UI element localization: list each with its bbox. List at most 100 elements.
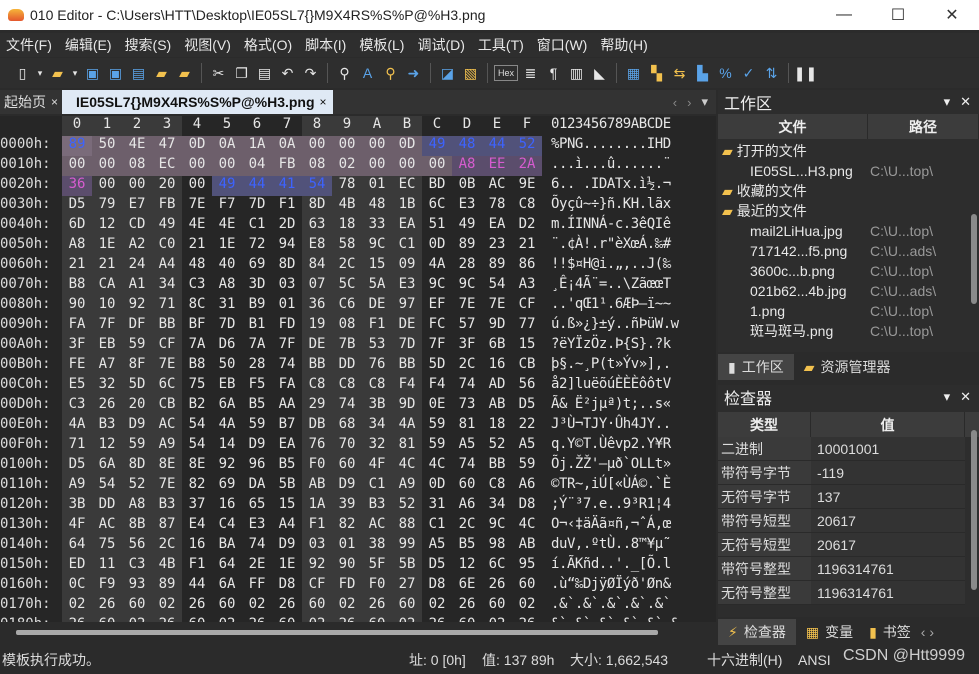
- hex-byte[interactable]: 9D: [482, 316, 512, 336]
- hex-byte[interactable]: D9: [122, 416, 152, 436]
- menu-help[interactable]: 帮助(H): [594, 35, 654, 55]
- hex-byte[interactable]: F1: [272, 196, 302, 216]
- hex-byte[interactable]: C8: [482, 476, 512, 496]
- hex-byte[interactable]: 0B: [452, 176, 482, 196]
- new-file-icon[interactable]: ▯: [12, 63, 33, 84]
- hex-byte[interactable]: 92: [302, 556, 332, 576]
- hex-byte[interactable]: 1E: [92, 236, 122, 256]
- hex-byte[interactable]: BB: [482, 456, 512, 476]
- hex-byte[interactable]: 4E: [182, 216, 212, 236]
- hex-byte[interactable]: FB: [152, 196, 182, 216]
- hex-byte[interactable]: EB: [212, 376, 242, 396]
- close-tab-icon[interactable]: ×: [320, 95, 327, 109]
- col-path[interactable]: 路径: [868, 114, 979, 139]
- hex-byte[interactable]: C1: [242, 216, 272, 236]
- hex-byte[interactable]: 0D: [422, 236, 452, 256]
- hex-byte[interactable]: 7E: [452, 296, 482, 316]
- bookmark-icon[interactable]: ◪: [437, 63, 458, 84]
- hex-byte[interactable]: CF: [152, 336, 182, 356]
- hex-byte[interactable]: 6C: [422, 196, 452, 216]
- hex-byte[interactable]: DB: [302, 416, 332, 436]
- hex-byte[interactable]: 54: [302, 176, 332, 196]
- close-button[interactable]: ✕: [925, 0, 979, 30]
- hex-byte[interactable]: A4: [272, 516, 302, 536]
- hex-byte[interactable]: 4E: [122, 136, 152, 156]
- hex-byte[interactable]: E3: [452, 196, 482, 216]
- hex-byte[interactable]: 74: [452, 456, 482, 476]
- hex-byte[interactable]: 34: [482, 496, 512, 516]
- hex-byte[interactable]: EF: [422, 296, 452, 316]
- hex-byte[interactable]: FE: [62, 356, 92, 376]
- hex-byte[interactable]: C8: [302, 376, 332, 396]
- list-item[interactable]: 1.png C:\U...top\: [718, 301, 979, 321]
- hex-byte[interactable]: 00: [182, 176, 212, 196]
- scroll-right-icon[interactable]: ›: [929, 624, 934, 640]
- hex-byte[interactable]: 6B: [482, 336, 512, 356]
- hex-byte[interactable]: 4F: [362, 456, 392, 476]
- hex-byte[interactable]: 34: [362, 416, 392, 436]
- ascii-text[interactable]: ;Ý¨³7.e..9³R1¦4: [551, 496, 671, 512]
- hex-byte[interactable]: A8: [452, 156, 482, 176]
- ascii-text[interactable]: Õj.ŽŽ'–µð`OLLt»: [551, 456, 671, 472]
- hex-byte[interactable]: 04: [242, 156, 272, 176]
- hex-byte[interactable]: 7A: [182, 336, 212, 356]
- col-value[interactable]: 值: [811, 412, 965, 437]
- hex-byte[interactable]: 9E: [512, 176, 542, 196]
- hex-byte[interactable]: 63: [302, 216, 332, 236]
- hex-byte[interactable]: 89: [452, 236, 482, 256]
- hex-byte[interactable]: FA: [272, 376, 302, 396]
- hex-byte[interactable]: C8: [332, 376, 362, 396]
- menu-debug[interactable]: 调试(D): [411, 35, 471, 55]
- hex-byte[interactable]: 26: [92, 396, 122, 416]
- hex-byte[interactable]: A1: [122, 276, 152, 296]
- hex-byte[interactable]: 0E: [422, 396, 452, 416]
- hex-byte[interactable]: 56: [512, 376, 542, 396]
- hex-byte[interactable]: 9C: [482, 516, 512, 536]
- list-item[interactable]: IE05SL...H3.png C:\U...top\: [718, 161, 979, 181]
- hex-byte[interactable]: 53: [362, 336, 392, 356]
- hex-byte[interactable]: 49: [422, 136, 452, 156]
- hex-byte[interactable]: 3F: [452, 336, 482, 356]
- hex-byte[interactable]: 51: [422, 216, 452, 236]
- hex-byte[interactable]: DE: [302, 336, 332, 356]
- line-wrap-icon[interactable]: ≣: [520, 63, 541, 84]
- hex-byte[interactable]: D8: [422, 576, 452, 596]
- hex-byte[interactable]: 1E: [212, 236, 242, 256]
- ascii-text[interactable]: ¨.¢À!.r"èXœÁ.‰#: [551, 236, 671, 252]
- hex-byte[interactable]: 08: [122, 156, 152, 176]
- hex-byte[interactable]: 22: [512, 416, 542, 436]
- hex-byte[interactable]: D5: [422, 556, 452, 576]
- hex-byte[interactable]: 28: [242, 356, 272, 376]
- hex-byte[interactable]: 90: [62, 296, 92, 316]
- hex-byte[interactable]: 38: [362, 536, 392, 556]
- hex-byte[interactable]: 7D: [392, 336, 422, 356]
- hex-byte[interactable]: 00: [182, 156, 212, 176]
- hex-byte[interactable]: 82: [332, 516, 362, 536]
- hex-byte[interactable]: 01: [272, 296, 302, 316]
- hex-byte[interactable]: BB: [302, 356, 332, 376]
- list-item[interactable]: 斑马斑马.png C:\U...top\: [718, 321, 979, 341]
- hex-byte[interactable]: 4E: [212, 216, 242, 236]
- hex-byte[interactable]: CF: [512, 296, 542, 316]
- hex-byte[interactable]: 59: [122, 436, 152, 456]
- hex-byte[interactable]: 74: [272, 356, 302, 376]
- find-icon[interactable]: ⚲: [334, 63, 355, 84]
- hex-byte[interactable]: 26: [362, 596, 392, 616]
- hex-byte[interactable]: C4: [212, 516, 242, 536]
- hex-byte[interactable]: C0: [152, 236, 182, 256]
- hex-byte[interactable]: 5F: [362, 556, 392, 576]
- hex-byte[interactable]: 44: [182, 576, 212, 596]
- hex-byte[interactable]: 08: [332, 316, 362, 336]
- hex-byte[interactable]: 2D: [272, 216, 302, 236]
- hex-byte[interactable]: 52: [512, 136, 542, 156]
- table-row[interactable]: 带符号短型 20617: [718, 509, 965, 533]
- col-type[interactable]: 类型: [718, 412, 811, 437]
- hex-byte[interactable]: 16: [182, 536, 212, 556]
- hex-byte[interactable]: 8D: [122, 456, 152, 476]
- hex-byte[interactable]: C3: [182, 276, 212, 296]
- panel-close-icon[interactable]: ✕: [960, 389, 971, 405]
- tab-scroll-left-icon[interactable]: ‹: [673, 95, 677, 110]
- hex-byte[interactable]: 8D: [302, 196, 332, 216]
- dropdown-icon[interactable]: ▾: [35, 63, 45, 84]
- hex-byte[interactable]: 2A: [512, 156, 542, 176]
